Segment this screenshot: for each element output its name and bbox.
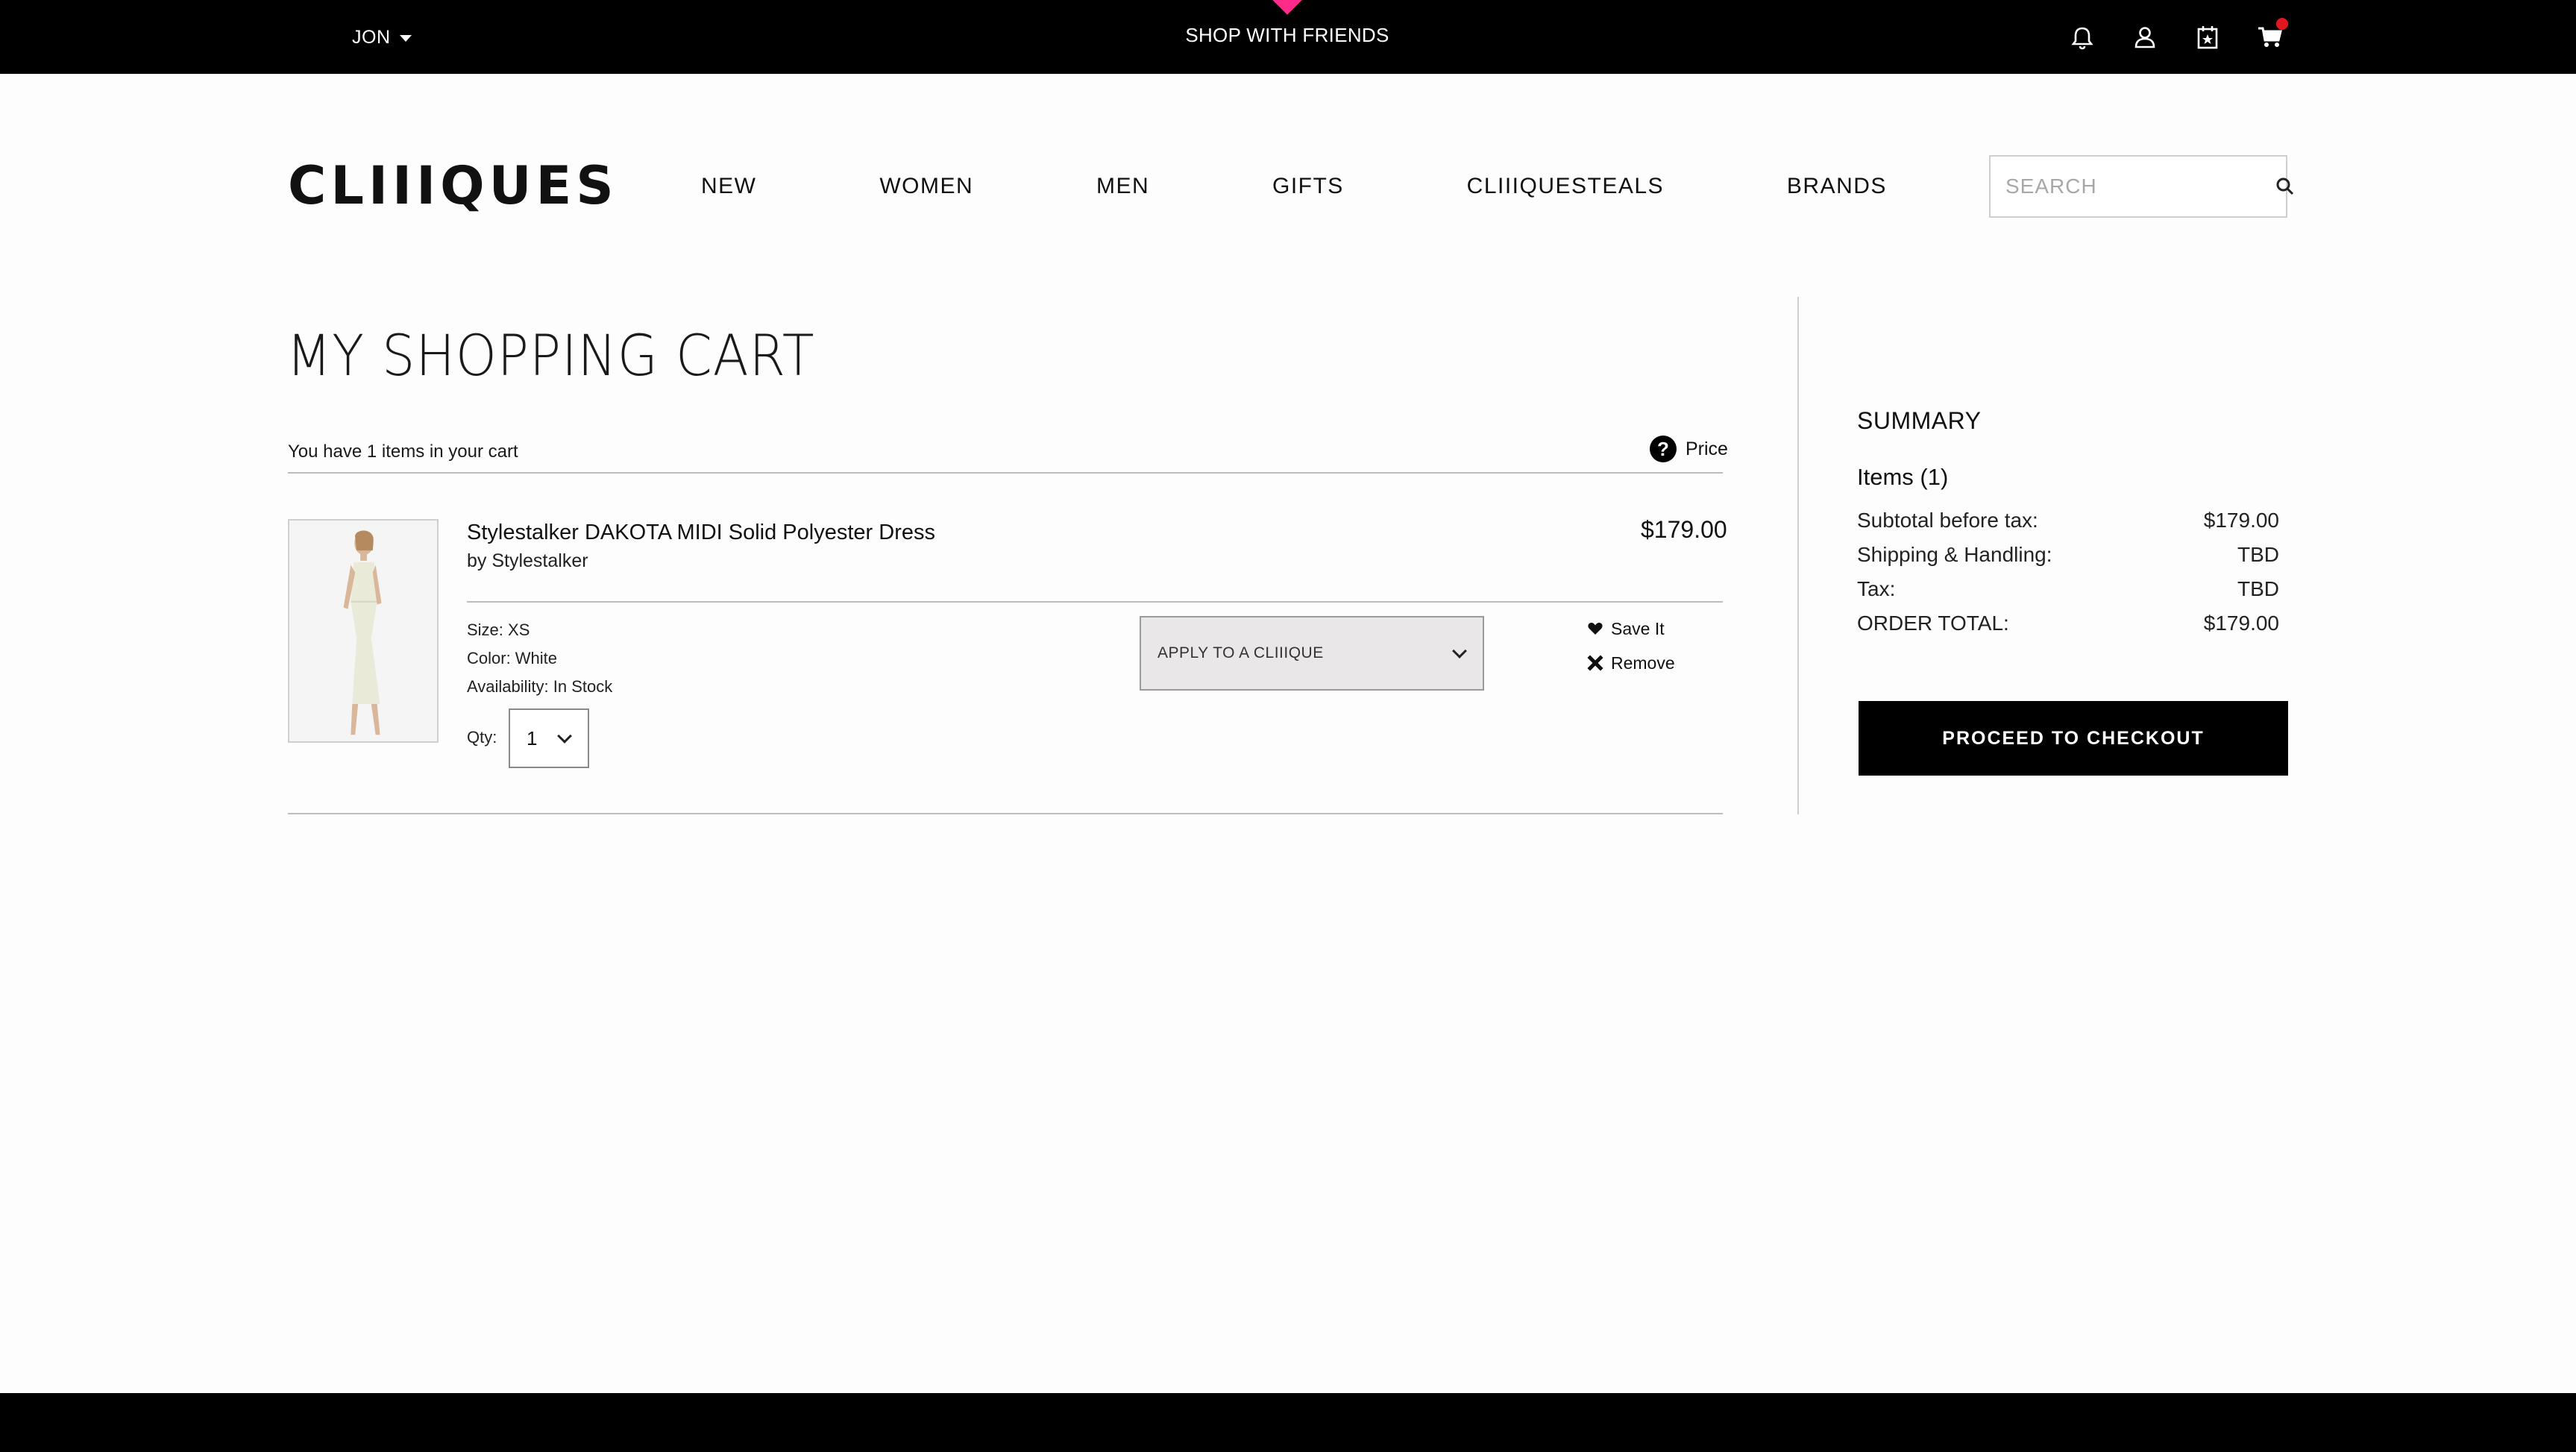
search-box	[1989, 155, 2294, 218]
summary-value: $179.00	[2203, 612, 2279, 635]
divider	[467, 601, 1723, 603]
bell-icon[interactable]	[2067, 22, 2097, 52]
items-count-text: You have 1 items in your cart	[288, 441, 518, 462]
summary-row-order-total: ORDER TOTAL: $179.00	[1857, 609, 2279, 638]
page-title: MY SHOPPING CART	[286, 322, 815, 389]
site-logo[interactable]: CLIIIQUES	[288, 160, 618, 212]
nav-item-gifts[interactable]: GIFTS	[1272, 174, 1344, 199]
summary-title: SUMMARY	[1857, 407, 1982, 434]
price-heading: ? Price	[1650, 434, 1728, 464]
remove-button[interactable]: Remove	[1587, 650, 1675, 676]
summary-value: $179.00	[2203, 509, 2279, 532]
product-size: Size: XS	[467, 620, 530, 639]
summary-label: Subtotal before tax:	[1857, 509, 2038, 532]
product-brand: by Stylestalker	[467, 550, 588, 571]
divider	[288, 813, 1723, 814]
summary-label: ORDER TOTAL:	[1857, 612, 2009, 635]
apply-to-clique-select[interactable]: APPLY TO A CLIIIQUE	[1140, 616, 1484, 691]
divider	[288, 472, 1723, 474]
cart-notification-dot	[2276, 18, 2288, 30]
save-it-button[interactable]: Save It	[1587, 616, 1665, 641]
product-image[interactable]	[288, 519, 439, 743]
summary-row-shipping: Shipping & Handling: TBD	[1857, 540, 2279, 570]
remove-label: Remove	[1611, 653, 1675, 673]
summary-row-subtotal: Subtotal before tax: $179.00	[1857, 506, 2279, 535]
calendar-star-icon[interactable]	[2193, 22, 2222, 52]
nav-item-brands[interactable]: BRANDS	[1787, 174, 1887, 199]
product-color: Color: White	[467, 649, 558, 667]
caret-down-icon	[399, 35, 412, 42]
help-icon[interactable]: ?	[1650, 436, 1677, 462]
summary-value: TBD	[2237, 577, 2279, 600]
user-icon[interactable]	[2130, 22, 2160, 52]
product-price: $179.00	[1641, 516, 1727, 543]
quantity-select[interactable]: 1	[509, 708, 589, 768]
summary-row-tax: Tax: TBD	[1857, 574, 2279, 604]
summary-value: TBD	[2237, 543, 2279, 566]
top-bar: JON SHOP WITH FRIENDS	[0, 0, 2576, 74]
nav-item-new[interactable]: NEW	[701, 174, 757, 199]
column-divider	[1797, 297, 1799, 814]
user-menu[interactable]: JON	[352, 24, 412, 51]
search-icon[interactable]	[2275, 157, 2296, 216]
main-nav: NEW WOMEN MEN GIFTS CLIIIQUESTEALS BRAND…	[701, 170, 1887, 203]
nav-item-cliiiquesteals[interactable]: CLIIIQUESTEALS	[1467, 174, 1664, 199]
product-availability: Availability: In Stock	[467, 677, 613, 696]
close-icon	[1587, 655, 1603, 671]
qty-label: Qty:	[467, 728, 497, 747]
promo-indicator-icon	[1272, 0, 1302, 15]
save-it-label: Save It	[1611, 618, 1665, 638]
chevron-down-icon	[1452, 644, 1467, 659]
summary-label: Tax:	[1857, 577, 1896, 600]
summary-label: Shipping & Handling:	[1857, 543, 2052, 566]
top-icons	[2067, 18, 2288, 54]
search-input[interactable]	[1991, 157, 2275, 216]
nav-item-men[interactable]: MEN	[1096, 174, 1149, 199]
summary-items-count: Items (1)	[1857, 464, 1949, 490]
chevron-down-icon	[557, 729, 573, 744]
product-name-link[interactable]: Stylestalker DAKOTA MIDI Solid Polyester…	[467, 521, 935, 545]
user-name: JON	[352, 26, 391, 48]
price-heading-label: Price	[1686, 438, 1728, 459]
proceed-to-checkout-button[interactable]: PROCEED TO CHECKOUT	[1859, 701, 2288, 776]
shop-with-friends-link[interactable]: SHOP WITH FRIENDS	[1119, 24, 1456, 47]
footer-bar	[0, 1393, 2576, 1452]
quantity-value: 1	[527, 726, 538, 749]
cart-icon[interactable]	[2255, 18, 2288, 52]
apply-to-clique-label: APPLY TO A CLIIIQUE	[1157, 644, 1324, 661]
heart-icon	[1588, 623, 1603, 635]
nav-item-women[interactable]: WOMEN	[879, 174, 973, 199]
